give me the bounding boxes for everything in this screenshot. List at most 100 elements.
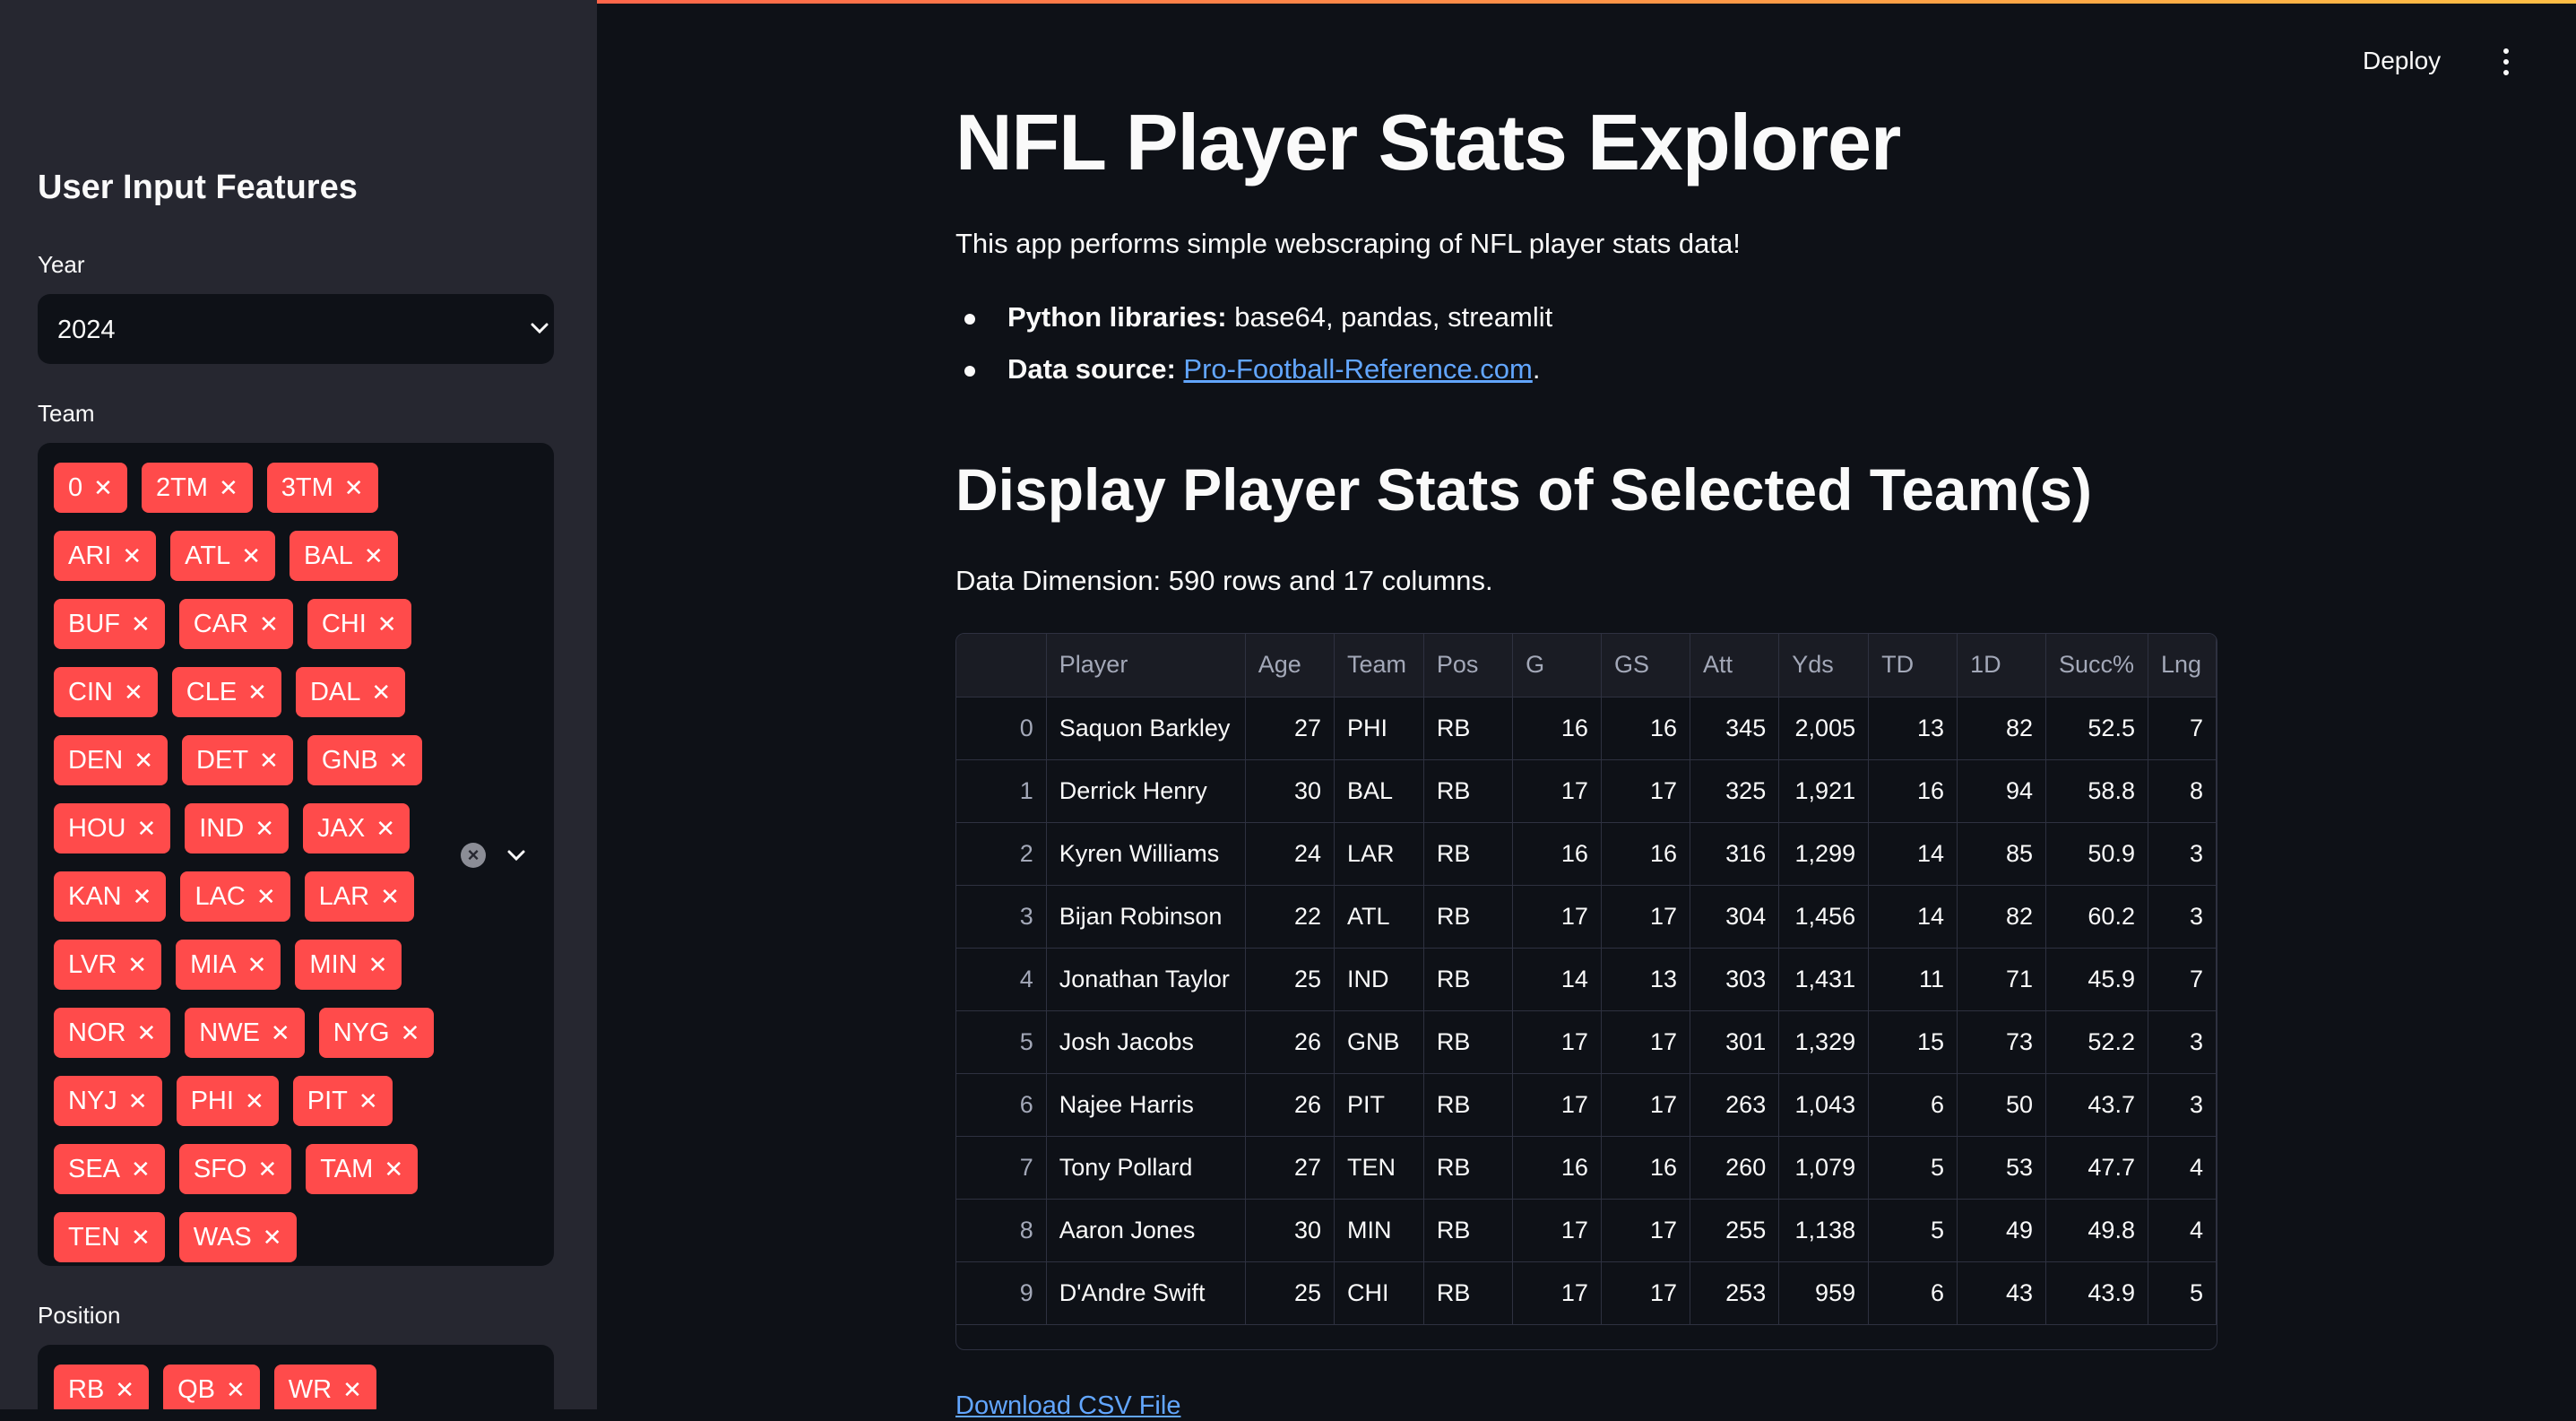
- column-header[interactable]: TD: [1868, 634, 1958, 698]
- remove-chip-icon[interactable]: ✕: [128, 1089, 148, 1113]
- remove-chip-icon[interactable]: ✕: [364, 544, 384, 568]
- remove-chip-icon[interactable]: ✕: [359, 1089, 378, 1113]
- year-select[interactable]: 2024: [38, 294, 554, 364]
- table-row[interactable]: 1 Derrick Henry 30 BAL RB 17 17 325 1,921 16 94 58.…: [956, 759, 2217, 823]
- remove-chip-icon[interactable]: ✕: [344, 476, 364, 499]
- table-row[interactable]: 9 D'Andre Swift 25 CHI RB 17 17 253 959 6 43 43.9 5: [956, 1261, 2217, 1325]
- team-chip-lvr[interactable]: LVR ✕: [54, 940, 162, 990]
- remove-chip-icon[interactable]: ✕: [389, 749, 409, 772]
- remove-chip-icon[interactable]: ✕: [136, 1021, 156, 1044]
- table-row[interactable]: 8 Aaron Jones 30 MIN RB 17 17 255 1,138 5 49 49.8 4: [956, 1199, 2217, 1262]
- team-chip-jax[interactable]: JAX ✕: [303, 803, 410, 853]
- team-chip-sfo[interactable]: SFO ✕: [178, 1144, 292, 1194]
- team-chip-dal[interactable]: DAL ✕: [295, 667, 406, 717]
- remove-chip-icon[interactable]: ✕: [133, 885, 152, 908]
- remove-chip-icon[interactable]: ✕: [131, 1157, 151, 1181]
- team-chip-lac[interactable]: LAC ✕: [180, 871, 290, 922]
- table-row[interactable]: 2 Kyren Williams 24 LAR RB 16 16 316 1,299 14 85 50…: [956, 822, 2217, 886]
- column-header[interactable]: [956, 634, 1047, 698]
- team-chip-ten[interactable]: TEN ✕: [54, 1212, 165, 1262]
- team-chip-buf[interactable]: BUF ✕: [54, 599, 165, 649]
- team-chip-lar[interactable]: LAR ✕: [304, 871, 414, 922]
- remove-chip-icon[interactable]: ✕: [127, 953, 147, 976]
- chevron-down-icon[interactable]: [504, 843, 529, 868]
- download-csv-link[interactable]: Download CSV File: [955, 1391, 1180, 1421]
- team-chip-tam[interactable]: TAM ✕: [306, 1144, 419, 1194]
- remove-chip-icon[interactable]: ✕: [131, 612, 151, 636]
- team-chip-was[interactable]: WAS ✕: [178, 1212, 297, 1262]
- team-chip-chi[interactable]: CHI ✕: [307, 599, 411, 649]
- remove-chip-icon[interactable]: ✕: [259, 749, 279, 772]
- remove-chip-icon[interactable]: ✕: [122, 544, 142, 568]
- team-chip-kan[interactable]: KAN ✕: [54, 871, 167, 922]
- remove-chip-icon[interactable]: ✕: [376, 817, 395, 840]
- table-row[interactable]: 0 Saquon Barkley 27 PHI RB 16 16 345 2,005 13 82 52…: [956, 697, 2217, 760]
- table-row[interactable]: 3 Bijan Robinson 22 ATL RB 17 17 304 1,456 14 82 60…: [956, 885, 2217, 949]
- remove-chip-icon[interactable]: ✕: [371, 680, 391, 704]
- team-chip-bal[interactable]: BAL ✕: [289, 531, 398, 581]
- remove-chip-icon[interactable]: ✕: [247, 680, 267, 704]
- remove-chip-icon[interactable]: ✕: [380, 885, 400, 908]
- remove-chip-icon[interactable]: ✕: [368, 953, 388, 976]
- team-chip-cin[interactable]: CIN ✕: [54, 667, 158, 717]
- team-chip-pit[interactable]: PIT ✕: [292, 1076, 393, 1126]
- team-chip-nyg[interactable]: NYG ✕: [318, 1008, 435, 1058]
- column-header[interactable]: Yds: [1778, 634, 1870, 698]
- team-chip-mia[interactable]: MIA ✕: [176, 940, 281, 990]
- remove-chip-icon[interactable]: ✕: [241, 544, 261, 568]
- position-chip-rb[interactable]: RB ✕: [54, 1365, 150, 1409]
- position-chip-wr[interactable]: WR ✕: [273, 1365, 376, 1409]
- team-chip-nyj[interactable]: NYJ ✕: [54, 1076, 162, 1126]
- position-chip-qb[interactable]: QB ✕: [163, 1365, 260, 1409]
- remove-chip-icon[interactable]: ✕: [256, 885, 276, 908]
- remove-chip-icon[interactable]: ✕: [257, 1157, 277, 1181]
- column-header[interactable]: GS: [1601, 634, 1690, 698]
- team-chip-ari[interactable]: ARI ✕: [54, 531, 157, 581]
- team-chip-2tm[interactable]: 2TM ✕: [141, 463, 253, 513]
- deploy-button[interactable]: Deploy: [2363, 47, 2441, 75]
- team-chip-sea[interactable]: SEA ✕: [54, 1144, 165, 1194]
- column-header[interactable]: Succ%: [2045, 634, 2148, 698]
- table-row[interactable]: 6 Najee Harris 26 PIT RB 17 17 263 1,043 6 50 43.7 3: [956, 1073, 2217, 1137]
- remove-chip-icon[interactable]: ✕: [124, 680, 143, 704]
- data-source-link[interactable]: Pro-Football-Reference.com: [1183, 353, 1532, 385]
- team-chip-0[interactable]: 0 ✕: [54, 463, 127, 513]
- remove-chip-icon[interactable]: ✕: [263, 1226, 282, 1249]
- team-chip-min[interactable]: MIN ✕: [295, 940, 402, 990]
- remove-chip-icon[interactable]: ✕: [271, 1021, 290, 1044]
- team-multiselect[interactable]: 0 ✕ 2TM ✕ 3TM ✕ ARI ✕ ATL ✕ BAL ✕ BUF ✕ CAR ✕ CHI ✕ CIN ✕ CL…: [38, 443, 554, 1266]
- remove-chip-icon[interactable]: ✕: [255, 817, 274, 840]
- column-header[interactable]: Att: [1690, 634, 1780, 698]
- team-chip-nor[interactable]: NOR ✕: [54, 1008, 171, 1058]
- player-stats-table[interactable]: Player Age Team Pos G GS Att Yds TD 1D Succ% Lng 0S…: [955, 633, 2217, 1350]
- column-header[interactable]: 1D: [1957, 634, 2046, 698]
- column-header[interactable]: Pos: [1423, 634, 1514, 698]
- remove-chip-icon[interactable]: ✕: [131, 1226, 151, 1249]
- position-multiselect[interactable]: RB ✕ QB ✕ WR ✕: [38, 1345, 554, 1409]
- team-chip-det[interactable]: DET ✕: [182, 735, 293, 785]
- column-header[interactable]: Lng: [2148, 634, 2217, 698]
- remove-chip-icon[interactable]: ✕: [247, 953, 267, 976]
- team-chip-car[interactable]: CAR ✕: [178, 599, 293, 649]
- remove-chip-icon[interactable]: ✕: [259, 612, 279, 636]
- column-header[interactable]: Team: [1334, 634, 1424, 698]
- remove-chip-icon[interactable]: ✕: [93, 476, 113, 499]
- team-chip-ind[interactable]: IND ✕: [185, 803, 289, 853]
- team-chip-atl[interactable]: ATL ✕: [170, 531, 275, 581]
- team-chip-phi[interactable]: PHI ✕: [176, 1076, 279, 1126]
- column-header[interactable]: Age: [1245, 634, 1336, 698]
- remove-chip-icon[interactable]: ✕: [219, 476, 238, 499]
- remove-chip-icon[interactable]: ✕: [136, 817, 156, 840]
- remove-chip-icon[interactable]: ✕: [377, 612, 397, 636]
- team-chip-hou[interactable]: HOU ✕: [54, 803, 171, 853]
- remove-chip-icon[interactable]: ✕: [384, 1157, 403, 1181]
- team-chip-den[interactable]: DEN ✕: [54, 735, 169, 785]
- remove-chip-icon[interactable]: ✕: [226, 1378, 246, 1401]
- chevron-down-icon[interactable]: [527, 316, 552, 341]
- team-chip-gnb[interactable]: GNB ✕: [307, 735, 423, 785]
- table-row[interactable]: 7 Tony Pollard 27 TEN RB 16 16 260 1,079 5 53 47.7 4: [956, 1136, 2217, 1200]
- table-row[interactable]: 4 Jonathan Taylor 25 IND RB 14 13 303 1,431 11 71 4…: [956, 948, 2217, 1011]
- clear-all-icon[interactable]: ×: [461, 843, 486, 868]
- table-row[interactable]: 5 Josh Jacobs 26 GNB RB 17 17 301 1,329 15 73 52.2 3: [956, 1010, 2217, 1074]
- remove-chip-icon[interactable]: ✕: [115, 1378, 134, 1401]
